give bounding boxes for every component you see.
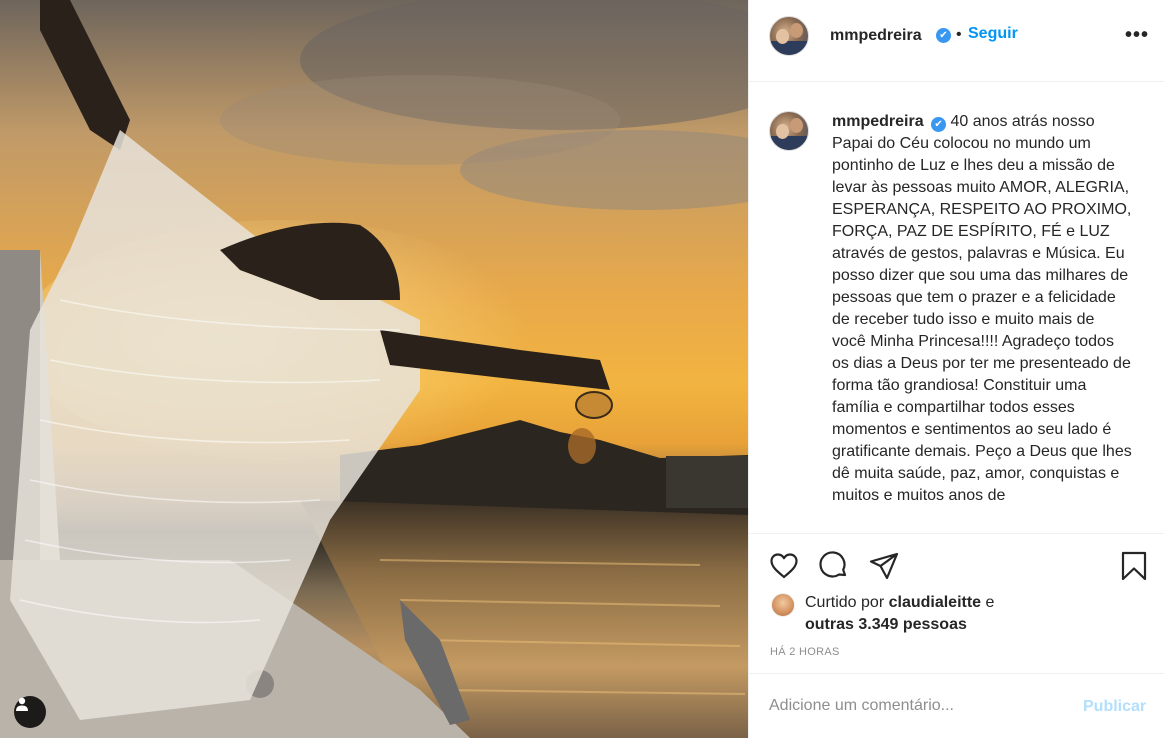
likes-middle: e — [981, 594, 995, 611]
likes-prefix: Curtido por — [805, 594, 889, 611]
comment-input[interactable] — [769, 694, 1069, 718]
post-timestamp[interactable]: HÁ 2 HORAS — [770, 646, 840, 658]
verified-badge-icon: ✔ — [936, 28, 951, 43]
post-actions: Curtido por claudialeitte e outras 3.349… — [749, 533, 1164, 665]
header-username[interactable]: mmpedreira — [830, 27, 922, 45]
comment-icon[interactable] — [818, 550, 850, 582]
liker-username[interactable]: claudialeitte — [889, 594, 981, 611]
bookmark-icon[interactable] — [1118, 550, 1150, 582]
caption-text: 40 anos atrás nosso Papai do Céu colocou… — [832, 113, 1132, 504]
person-icon — [16, 697, 28, 711]
caption: mmpedreira ✔ 40 anos atrás nosso Papai d… — [832, 111, 1132, 507]
heart-icon[interactable] — [768, 550, 800, 582]
likes-summary: Curtido por claudialeitte e outras 3.349… — [805, 592, 1145, 636]
sunset-photo-illustration — [0, 0, 748, 738]
publish-button[interactable]: Publicar — [1083, 698, 1146, 716]
comment-form: Publicar — [749, 673, 1164, 738]
more-options-button[interactable]: ••• — [1125, 24, 1149, 47]
post-side-panel: mmpedreira ✔ • Seguir ••• mmpedreira ✔ 4… — [748, 0, 1164, 738]
likes-others-link[interactable]: outras 3.349 pessoas — [805, 616, 967, 633]
liker-avatar[interactable] — [771, 593, 795, 617]
follow-button[interactable]: Seguir — [968, 25, 1018, 43]
caption-username[interactable]: mmpedreira — [832, 113, 924, 130]
header-separator: • — [956, 26, 962, 43]
post-header: mmpedreira ✔ • Seguir ••• — [749, 0, 1164, 82]
verified-badge-icon: ✔ — [931, 117, 947, 132]
share-icon[interactable] — [868, 550, 900, 582]
caption-avatar[interactable] — [769, 111, 809, 151]
post-photo[interactable] — [0, 0, 748, 738]
avatar[interactable] — [769, 16, 809, 56]
tagged-users-button[interactable] — [14, 696, 46, 728]
comments-area[interactable]: mmpedreira ✔ 40 anos atrás nosso Papai d… — [749, 83, 1164, 533]
